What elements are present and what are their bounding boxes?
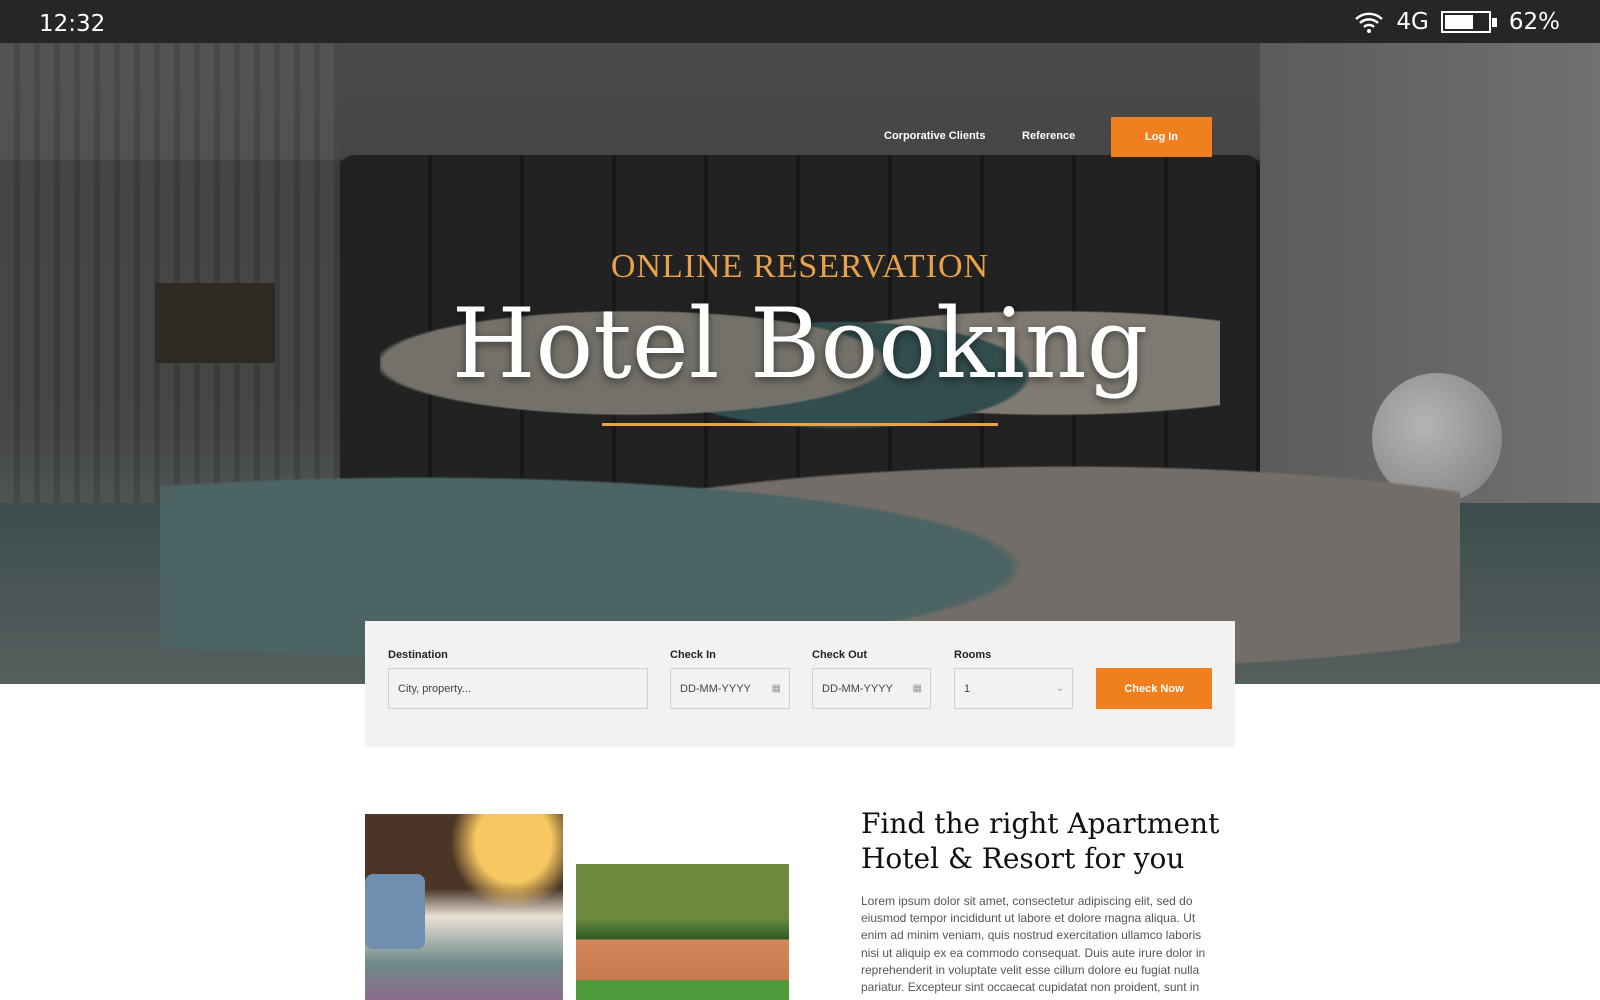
- rooms-select[interactable]: 1 ⌄: [954, 668, 1073, 709]
- pool-loungers-photo: [576, 864, 789, 1000]
- check-in-placeholder: DD-MM-YYYY: [680, 682, 751, 695]
- hero-banner: Corporative Clients Reference Log In ONL…: [0, 43, 1600, 684]
- wifi-icon: [1355, 12, 1384, 33]
- bedroom-photo: [365, 814, 563, 1000]
- calendar-icon[interactable]: ▦: [913, 683, 922, 694]
- check-out-label: Check Out: [812, 649, 868, 661]
- network-label: 4G: [1396, 9, 1429, 35]
- check-now-button[interactable]: Check Now: [1096, 668, 1212, 709]
- check-in-label: Check In: [670, 649, 716, 661]
- hero-title: Hotel Booking: [451, 288, 1149, 400]
- rooms-label: Rooms: [954, 649, 992, 661]
- check-out-placeholder: DD-MM-YYYY: [822, 682, 893, 695]
- check-in-input[interactable]: DD-MM-YYYY ▦: [670, 668, 790, 709]
- check-out-input[interactable]: DD-MM-YYYY ▦: [812, 668, 931, 709]
- destination-input[interactable]: City, property...: [388, 668, 648, 709]
- destination-placeholder: City, property...: [398, 682, 471, 695]
- heading-line-1: Find the right Apartment: [861, 807, 1220, 840]
- title-underline: [602, 423, 998, 426]
- battery-icon: [1440, 11, 1497, 33]
- nav-reference[interactable]: Reference: [1022, 130, 1075, 142]
- section-heading: Find the right Apartment Hotel & Resort …: [861, 806, 1241, 876]
- destination-label: Destination: [388, 649, 448, 661]
- login-button[interactable]: Log In: [1111, 117, 1212, 157]
- section-body: Lorem ipsum dolor sit amet, consectetur …: [861, 894, 1206, 995]
- heading-line-2: Hotel & Resort for you: [861, 842, 1185, 875]
- status-bar: 12:32 4G 62%: [0, 0, 1600, 43]
- booking-form: Destination City, property... Check In D…: [365, 621, 1235, 747]
- chevron-down-icon: ⌄: [1055, 683, 1064, 694]
- calendar-icon[interactable]: ▦: [772, 683, 781, 694]
- battery-percent: 62%: [1508, 9, 1560, 35]
- nav-corporative-clients[interactable]: Corporative Clients: [884, 130, 985, 142]
- rooms-value: 1: [964, 682, 971, 695]
- clock: 12:32: [39, 11, 106, 37]
- hero-kicker: ONLINE RESERVATION: [610, 248, 990, 285]
